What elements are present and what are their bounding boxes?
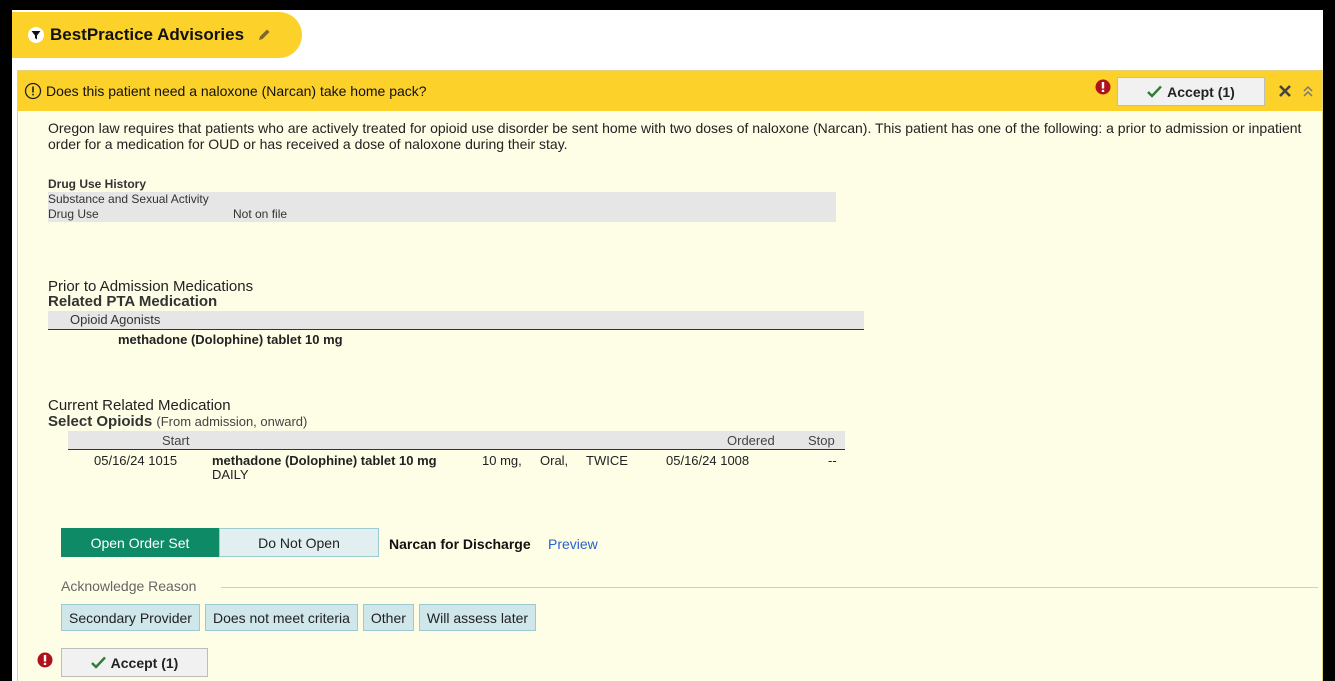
bpa-header-tab[interactable]: BestPractice Advisories bbox=[12, 12, 302, 58]
advisory-question: Does this patient need a naloxone (Narca… bbox=[46, 83, 427, 99]
table-header: Start Ordered Stop bbox=[68, 431, 845, 450]
order-set-name: Narcan for Discharge bbox=[389, 536, 531, 552]
current-subheading-label: Select Opioids bbox=[48, 413, 153, 430]
current-section-title: Current Related Medication bbox=[48, 397, 231, 414]
cell-dose: 10 mg, bbox=[482, 453, 522, 468]
accept-button-top[interactable]: Accept (1) bbox=[1117, 77, 1265, 106]
do-not-open-button[interactable]: Do Not Open bbox=[219, 528, 379, 557]
filter-icon bbox=[28, 27, 44, 43]
exclamation-circle-icon bbox=[24, 82, 42, 100]
drug-history-subtitle: Substance and Sexual Activity bbox=[48, 192, 209, 206]
bpa-title: BestPractice Advisories bbox=[50, 25, 245, 44]
advisory-body: Oregon law requires that patients who ar… bbox=[48, 120, 1302, 152]
reason-will-assess-later[interactable]: Will assess later bbox=[418, 604, 537, 631]
cell-ordered: 05/16/24 1008 bbox=[666, 453, 750, 468]
close-icon[interactable] bbox=[1278, 84, 1292, 98]
column-header-start: Start bbox=[162, 433, 190, 448]
current-subheading-note: (From admission, onward) bbox=[156, 414, 308, 429]
bpa-window: BestPractice Advisories Does this patien… bbox=[12, 10, 1323, 681]
reason-does-not-meet-criteria[interactable]: Does not meet criteria bbox=[204, 604, 358, 631]
checkmark-icon bbox=[90, 656, 106, 669]
cell-frequency: TWICE bbox=[586, 453, 628, 468]
pta-medication: methadone (Dolophine) tablet 10 mg bbox=[118, 332, 343, 347]
table-row: 05/16/24 1015 methadone (Dolophine) tabl… bbox=[68, 450, 845, 484]
column-header-stop: Stop bbox=[808, 433, 835, 448]
reason-other[interactable]: Other bbox=[362, 604, 414, 631]
column-header-ordered: Ordered bbox=[727, 433, 775, 448]
double-chevron-up-icon[interactable] bbox=[1302, 84, 1314, 98]
pta-group-header: Opioid Agonists bbox=[48, 311, 864, 330]
pta-subheading: Related PTA Medication bbox=[48, 293, 218, 310]
cell-stop: -- bbox=[828, 453, 837, 468]
accept-label: Accept (1) bbox=[1167, 83, 1235, 100]
current-subheading: Select Opioids (From admission, onward) bbox=[48, 413, 307, 430]
preview-link[interactable]: Preview bbox=[548, 536, 598, 552]
acknowledge-reason-label: Acknowledge Reason bbox=[61, 578, 197, 594]
cell-route: Oral, bbox=[540, 453, 569, 468]
checkmark-icon bbox=[1147, 85, 1163, 98]
current-medication-table: Start Ordered Stop 05/16/24 1015 methado… bbox=[68, 431, 845, 484]
drug-history-title: Drug Use History bbox=[48, 177, 147, 191]
drug-use-history: Drug Use History Substance and Sexual Ac… bbox=[48, 177, 836, 222]
accept-label: Accept (1) bbox=[110, 654, 179, 671]
pencil-icon[interactable] bbox=[256, 27, 272, 43]
divider bbox=[221, 587, 1318, 588]
advisory-panel: Does this patient need a naloxone (Narca… bbox=[17, 70, 1323, 681]
alert-icon bbox=[1095, 79, 1111, 95]
advisory-header: Does this patient need a naloxone (Narca… bbox=[18, 71, 1322, 111]
drug-history-table: Substance and Sexual Activity Drug Use N… bbox=[48, 192, 836, 222]
cell-frequency-cont: DAILY bbox=[212, 467, 249, 482]
accept-button-bottom[interactable]: Accept (1) bbox=[61, 648, 208, 677]
pta-table: Opioid Agonists methadone (Dolophine) ta… bbox=[48, 311, 864, 350]
drug-use-label: Drug Use bbox=[48, 207, 99, 221]
acknowledge-reasons: Secondary Provider Does not meet criteri… bbox=[61, 604, 537, 631]
open-order-set-button[interactable]: Open Order Set bbox=[61, 528, 219, 557]
cell-start: 05/16/24 1015 bbox=[94, 453, 178, 468]
alert-icon bbox=[37, 652, 53, 668]
cell-medication: methadone (Dolophine) tablet 10 mg bbox=[212, 453, 437, 468]
reason-secondary-provider[interactable]: Secondary Provider bbox=[61, 604, 200, 631]
drug-use-value: Not on file bbox=[233, 207, 288, 221]
